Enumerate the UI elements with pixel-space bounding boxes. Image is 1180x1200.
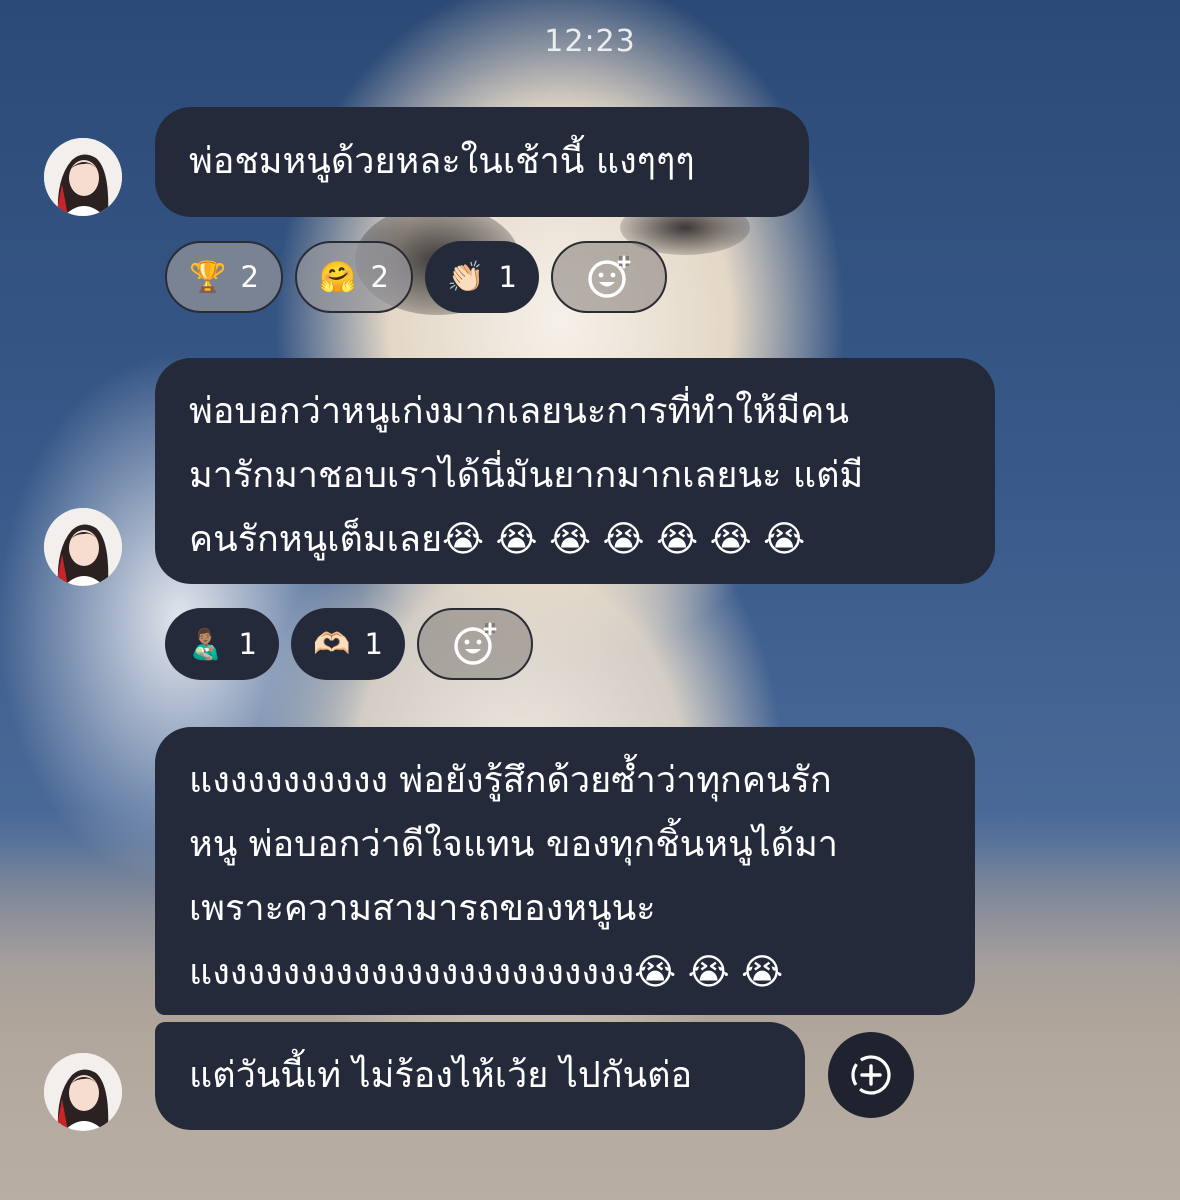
avatar-image [44,508,122,586]
avatar[interactable] [44,508,122,586]
add-reaction-button[interactable] [417,608,533,680]
add-circle-icon [851,1055,891,1095]
avatar[interactable] [44,138,122,216]
reaction-count: 1 [238,627,257,661]
avatar-image [44,138,122,216]
add-reaction-icon [588,255,631,298]
reaction-count: 1 [364,627,383,661]
timestamp: 12:23 [544,24,636,59]
add-reaction-icon [454,622,497,665]
clapping-hands-icon: 👏🏻 [447,259,485,295]
message-line: เพราะความสามารถของหนูนะ [189,888,656,929]
heart-hands-icon: 🫶🏻 [313,626,351,662]
trophy-icon: 🏆 [189,259,227,295]
reaction-count: 2 [370,260,389,294]
message-line: พ่อบอกว่าหนูเก่งมากเลยนะการที่ทำให้มีคน [189,391,849,432]
add-reaction-button[interactable] [551,241,667,313]
message-text: แต่วันนี้เท่ ไม่ร้องไห้เว้ย ไปกันต่อ [189,1055,693,1096]
message-text: พ่อชมหนูด้วยหละในเช้านี้ แงๆๆๆ [189,141,695,182]
message-bubble[interactable]: แต่วันนี้เท่ ไม่ร้องไห้เว้ย ไปกันต่อ [155,1022,805,1130]
message-line: แงงงงงงงงงงงงงงงงงงงงงงงง😭 😭 😭 [189,952,784,993]
message-bubble[interactable]: พ่อชมหนูด้วยหละในเช้านี้ แงๆๆๆ [155,107,809,217]
message-line: หนู พ่อบอกว่าดีใจแทน ของทุกชิ้นหนูได้มา [189,824,839,865]
message-bubble[interactable]: แงงงงงงงงงง พ่อยังรู้สึกด้วยซ้ำว่าทุกคนร… [155,727,975,1015]
reaction-hug[interactable]: 🤗 2 [295,241,413,313]
reaction-trophy[interactable]: 🏆 2 [165,241,283,313]
man-feeding-baby-icon: 👨🏽‍🍼 [187,626,225,662]
reaction-heart-hands[interactable]: 🫶🏻 1 [291,608,405,680]
message-line: คนรักหนูเต็มเลย😭 😭 😭 😭 😭 😭 😭 [189,519,806,560]
message-bubble[interactable]: พ่อบอกว่าหนูเก่งมากเลยนะการที่ทำให้มีคน … [155,358,995,584]
add-reaction-button[interactable] [828,1032,914,1118]
reaction-count: 2 [240,260,259,294]
reaction-count: 1 [498,260,517,294]
message-line: มารักมาชอบเราได้นี่มันยากมากเลยนะ แต่มี [189,455,864,496]
reaction-man-feeding-baby[interactable]: 👨🏽‍🍼 1 [165,608,279,680]
avatar-image [44,1053,122,1131]
hugging-face-icon: 🤗 [319,259,357,295]
reaction-bar: 🏆 2 🤗 2 👏🏻 1 [165,241,667,313]
message-line: แงงงงงงงงงง พ่อยังรู้สึกด้วยซ้ำว่าทุกคนร… [189,760,832,801]
reaction-clap[interactable]: 👏🏻 1 [425,241,539,313]
reaction-bar: 👨🏽‍🍼 1 🫶🏻 1 [165,608,533,680]
avatar[interactable] [44,1053,122,1131]
